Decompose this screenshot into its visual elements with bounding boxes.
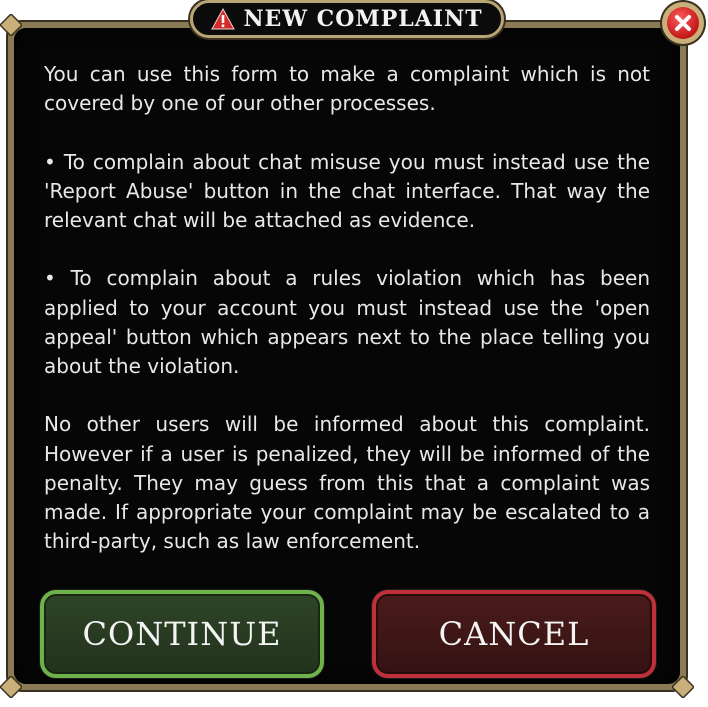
complaint-info-text: You can use this form to make a complain… — [44, 60, 650, 556]
warning-icon — [211, 8, 236, 30]
continue-button[interactable]: CONTINUE — [40, 590, 324, 678]
continue-button-label: CONTINUE — [82, 615, 282, 653]
close-button[interactable] — [662, 2, 704, 44]
info-paragraph-privacy: No other users will be informed about th… — [44, 412, 650, 554]
dialog-title-plate: NEW COMPLAINT — [190, 0, 504, 38]
info-paragraph-intro: You can use this form to make a complain… — [44, 62, 650, 116]
info-paragraph-rules-violation: • To complain about a rules violation wh… — [44, 266, 650, 378]
info-paragraph-chat-misuse: • To complain about chat misuse you must… — [44, 149, 650, 232]
close-button-face[interactable] — [667, 7, 699, 39]
cancel-button-label: CANCEL — [438, 615, 590, 653]
dialog-title: NEW COMPLAINT — [243, 6, 483, 32]
cancel-button[interactable]: CANCEL — [372, 590, 656, 678]
new-complaint-dialog: NEW COMPLAINT You can use this form to m… — [0, 0, 708, 707]
close-icon — [675, 15, 691, 31]
